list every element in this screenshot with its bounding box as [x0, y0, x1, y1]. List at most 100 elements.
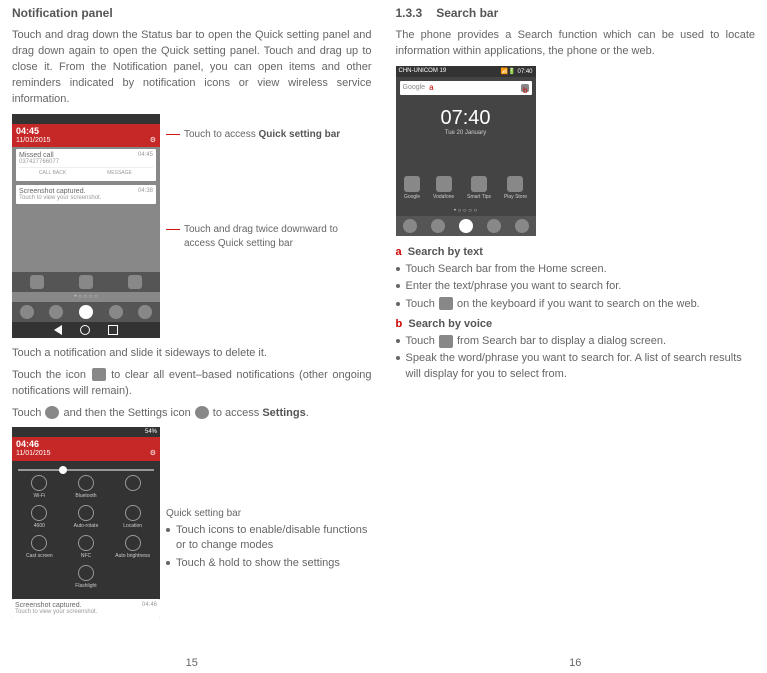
heading-search-by-text: Search by text: [408, 246, 483, 258]
annot-qs-b2: Touch & hold to show the settings: [176, 556, 340, 571]
dock-app-icon: [79, 275, 93, 289]
label-a: a: [396, 246, 402, 258]
spread: Notification panel Touch and drag down t…: [0, 0, 767, 673]
section-number: 1.3.3: [396, 6, 423, 20]
heading-search-bar: 1.3.3 Search bar: [396, 6, 756, 20]
header-time: 04:45: [16, 127, 51, 137]
tray-icon: [20, 305, 34, 319]
qs-tile: Location: [110, 505, 156, 529]
page-number: 16: [396, 655, 756, 669]
bullet-a3: Touch on the keyboard if you want to sea…: [406, 297, 700, 312]
dock-app-icon: [30, 275, 44, 289]
figure-quick-settings: 54% 04:46 11/01/2015 ⚙ Wi-Fi Bluetooth: [12, 427, 372, 618]
mic-icon: [439, 335, 453, 348]
home-icon: [80, 325, 90, 335]
google-search-bar: Google a: [400, 81, 532, 95]
notif-time: 04:38: [138, 188, 153, 195]
bullet-b2: Speak the word/phrase you want to search…: [406, 351, 756, 382]
tray-icon: [431, 219, 445, 233]
gear-icon: [195, 406, 209, 419]
qs-tile: Auto brightness: [110, 535, 156, 559]
app-icon: Vodafone: [433, 176, 454, 200]
qs-tile: [110, 565, 156, 589]
tray-icon: [487, 219, 501, 233]
tray-icon: [459, 219, 473, 233]
qs-tile: Bluetooth: [63, 475, 109, 499]
favorites-tray: [12, 302, 160, 322]
tray-icon: [49, 305, 63, 319]
search-key-icon: [439, 297, 453, 310]
annot-drag-twice: Touch and drag twice downward to access …: [184, 223, 372, 250]
tray-icon: [403, 219, 417, 233]
qs-tile: Cast screen: [16, 535, 62, 559]
notification-screenshot: Screenshot captured. 04:46 Touch to view…: [12, 599, 160, 618]
header-time: 04:46: [16, 440, 51, 450]
favorites-tray: [396, 216, 536, 236]
annot-qs-b1: Touch icons to enable/disable functions …: [176, 523, 372, 554]
tray-icon: [515, 219, 529, 233]
tray-icon: [109, 305, 123, 319]
notif-time: 04:45: [138, 152, 153, 159]
widget-time: 07:40: [396, 107, 536, 130]
annot-quick-setting-b: Quick setting bar: [258, 129, 340, 140]
tray-icon: [138, 305, 152, 319]
notif-message: MESSAGE: [86, 168, 153, 178]
nav-bar: [12, 322, 160, 338]
para-slide-delete: Touch a notification and slide it sidewa…: [12, 346, 372, 362]
section-b: b Search by voice Touch from Search bar …: [396, 318, 756, 382]
dock-app-icon: [128, 275, 142, 289]
bullet-a2: Enter the text/phrase you want to search…: [406, 279, 622, 294]
notif-title: Missed call: [19, 152, 54, 159]
status-bar: 54%: [12, 427, 160, 437]
header-date: 11/01/2015: [16, 137, 51, 145]
bullet-a1: Touch Search bar from the Home screen.: [406, 262, 607, 277]
widget-date: Tue 20 January: [396, 130, 536, 136]
header-date: 11/01/2015: [16, 450, 51, 458]
qs-tile: Wi-Fi: [16, 475, 62, 499]
notif-sub: 037427766077: [19, 159, 153, 165]
quick-settings-grid: Wi-Fi Bluetooth 4600 Auto-rotate Locatio…: [12, 461, 160, 599]
qs-tile: Flashlight: [63, 565, 109, 589]
section-a: a Search by text Touch Search bar from t…: [396, 246, 756, 312]
google-logo: Google: [403, 84, 426, 91]
home-apps-row: Google Vodafone Smart Tips Play Store: [396, 170, 536, 206]
qs-tile: 4600: [16, 505, 62, 529]
callout-b: b: [523, 86, 527, 95]
notif-sub: Touch to view your screenshot.: [19, 195, 153, 201]
label-b: b: [396, 318, 403, 330]
status-bar: [12, 114, 160, 124]
qs-tile: Auto-rotate: [63, 505, 109, 529]
home-dock: [12, 272, 160, 292]
phone-mock-quick-settings: 54% 04:46 11/01/2015 ⚙ Wi-Fi Bluetooth: [12, 427, 160, 618]
app-icon: Google: [404, 176, 420, 200]
app-icon: Play Store: [504, 176, 527, 200]
para-clear-all: Touch the icon to clear all event–based …: [12, 368, 372, 400]
callout-marker-icon: —: [166, 223, 180, 233]
recents-icon: [108, 325, 118, 335]
phone-mock-notification: 04:45 11/01/2015 ⚙ Missed call 04:45 037…: [12, 114, 160, 338]
callout-marker-icon: —: [166, 128, 180, 138]
para-notif-intro: Touch and drag down the Status bar to op…: [12, 28, 372, 108]
notif-callback: CALL BACK: [19, 168, 86, 178]
para-search-intro: The phone provides a Search function whi…: [396, 28, 756, 60]
page-left: Notification panel Touch and drag down t…: [0, 0, 384, 673]
heading-notification-panel: Notification panel: [12, 6, 372, 20]
qs-tile: NFC: [63, 535, 109, 559]
header-icons: ⚙: [150, 137, 156, 145]
page-right: 1.3.3 Search bar The phone provides a Sea…: [384, 0, 767, 673]
avatar-icon: [45, 406, 59, 419]
callout-a: a: [429, 83, 433, 92]
annot-qs-head: Quick setting bar: [166, 507, 372, 521]
back-icon: [54, 325, 62, 335]
annotation-quick-settings: Quick setting bar Touch icons to enable/…: [166, 507, 372, 573]
section-title: Search bar: [436, 6, 498, 20]
qs-tile: [16, 565, 62, 589]
qs-tile: [110, 475, 156, 499]
status-bar: CHN-UNICOM 19 📶🔋 07:40: [396, 66, 536, 77]
phone-mock-search: CHN-UNICOM 19 📶🔋 07:40 Google a b 07:40 …: [396, 66, 536, 236]
notif-title: Screenshot captured.: [19, 188, 86, 195]
heading-search-by-voice: Search by voice: [408, 318, 492, 330]
tray-icon: [79, 305, 93, 319]
clear-all-icon: [92, 368, 106, 381]
notification-missed-call: Missed call 04:45 037427766077 CALL BACK…: [16, 149, 156, 181]
